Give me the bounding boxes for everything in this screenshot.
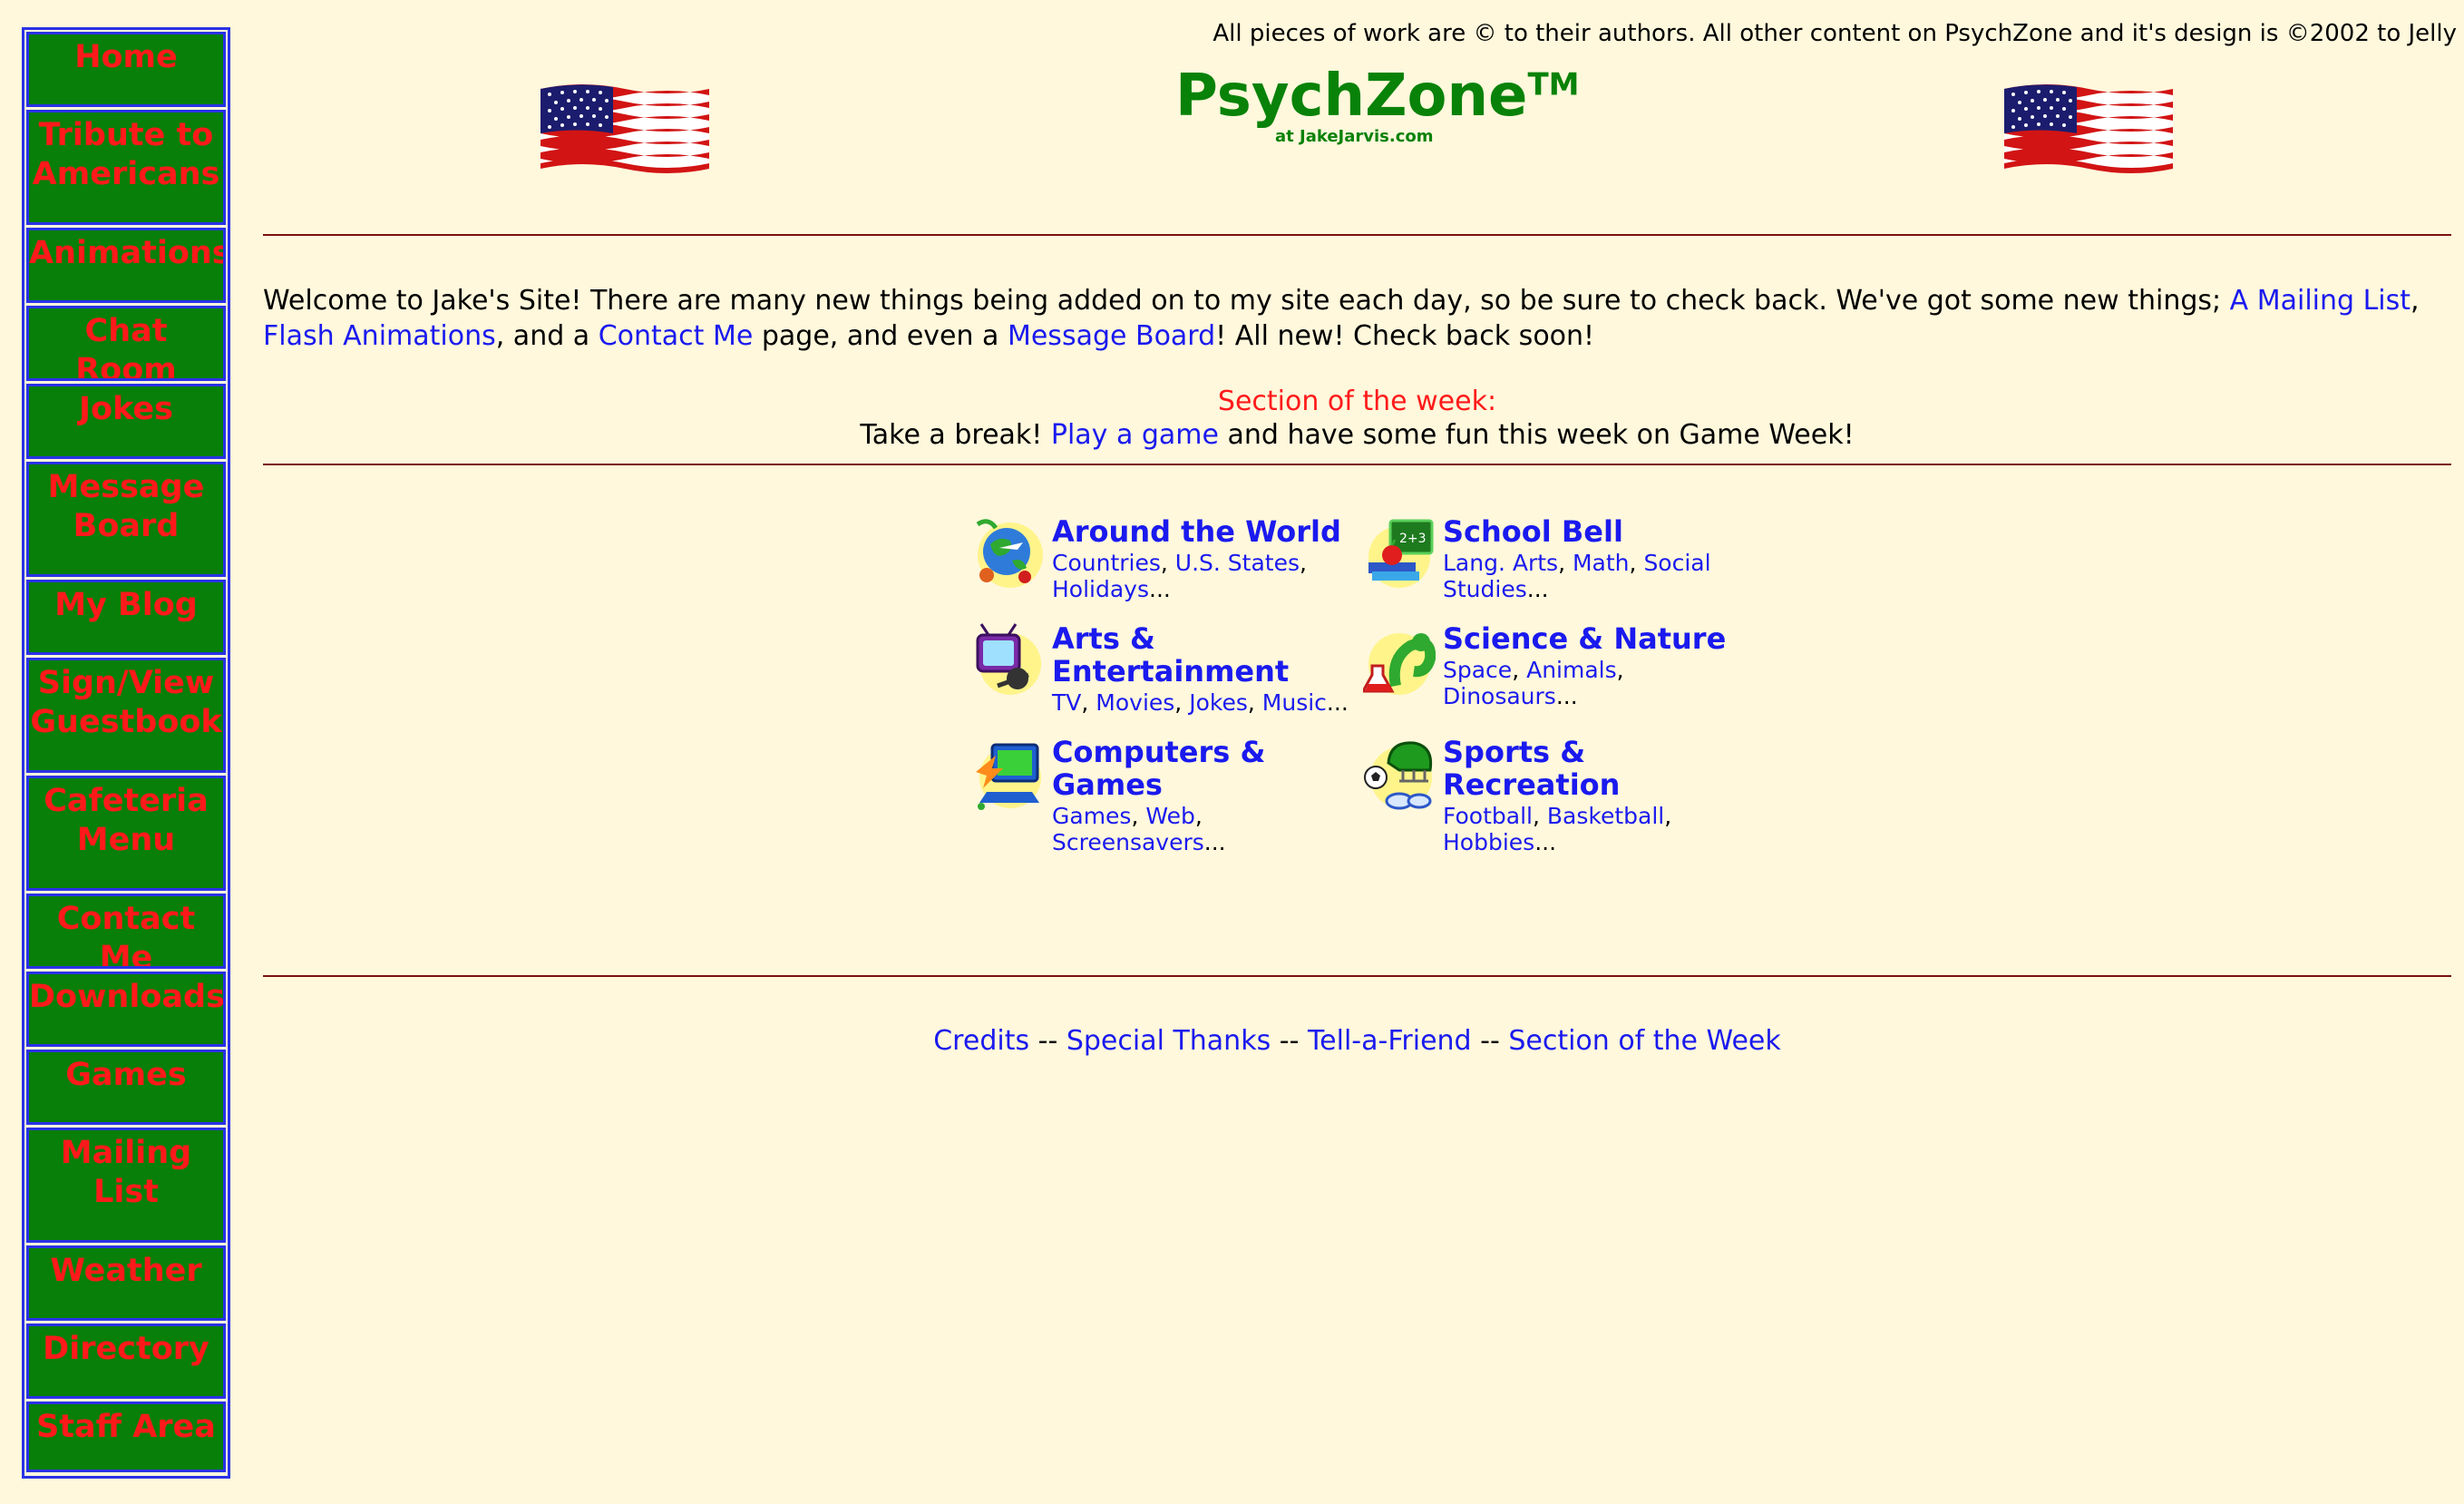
svg-text:2+3: 2+3	[1399, 532, 1427, 546]
footer-links: Credits -- Special Thanks -- Tell-a-Frie…	[263, 1023, 2451, 1059]
sidebar-item-label: Downloads	[29, 979, 225, 1015]
sidebar-item-label: Tribute to Americans	[32, 117, 220, 192]
section-of-week-heading: Section of the week:	[1217, 386, 1497, 417]
sports-icon	[1364, 741, 1433, 810]
sidebar-item-label: Sign/View Guestbook	[30, 665, 222, 740]
sidebar-item-label: Staff Area	[36, 1409, 216, 1445]
section-of-week-text: Take a break! Play a game and have some …	[860, 419, 1855, 451]
sidebar-item-label: Games	[65, 1057, 187, 1093]
sidebar-item-guestbook[interactable]: Sign/View Guestbook	[26, 658, 226, 773]
category-title-link[interactable]: Arts & Entertainment	[1052, 622, 1369, 688]
school-books-icon: 2+3	[1368, 519, 1434, 588]
divider	[263, 234, 2451, 236]
category-links: Space, Animals, Dinosaurs...	[1443, 657, 1624, 709]
countries-link[interactable]: Countries	[1052, 550, 1161, 576]
page-title: PsychZoneTM	[1175, 63, 1580, 130]
welcome-text: Welcome to Jake's Site! There are many n…	[263, 285, 2420, 352]
category-links: Countries, U.S. States, Holidays...	[1052, 550, 1307, 602]
sidebar-item-animations[interactable]: Animations	[26, 228, 226, 303]
us-flag-icon	[541, 84, 709, 173]
space-link[interactable]: Space	[1443, 657, 1512, 683]
sidebar-item-mailing-list[interactable]: Mailing List	[26, 1128, 226, 1243]
sidebar-item-cafeteria-menu[interactable]: Cafeteria Menu	[26, 776, 226, 891]
section-of-the-week-link[interactable]: Section of the Week	[1508, 1025, 1780, 1057]
basketball-link[interactable]: Basketball	[1547, 803, 1664, 829]
page-subtitle: at JakeJarvis.com	[1275, 127, 1434, 146]
category-title-link[interactable]: Computers & Games	[1052, 736, 1369, 801]
us-states-link[interactable]: U.S. States	[1175, 550, 1300, 576]
games-link[interactable]: Games	[1052, 803, 1131, 829]
sidebar-item-message-board[interactable]: Message Board	[26, 462, 226, 577]
trademark-mark: TM	[1527, 66, 1580, 103]
footer-separator: --	[1471, 1025, 1509, 1057]
sidebar-item-directory[interactable]: Directory	[26, 1323, 226, 1399]
sidebar-item-tribute-to-americans[interactable]: Tribute to Americans	[26, 110, 226, 225]
divider	[263, 975, 2451, 977]
movies-link[interactable]: Movies	[1096, 689, 1174, 716]
category-title-link[interactable]: Science & Nature	[1443, 622, 1760, 655]
screensavers-link[interactable]: Screensavers	[1052, 829, 1204, 855]
football-link[interactable]: Football	[1443, 803, 1533, 829]
category-links: Football, Basketball, Hobbies...	[1443, 803, 1672, 855]
sidebar-item-label: Cafeteria Menu	[44, 783, 209, 858]
math-link[interactable]: Math	[1573, 550, 1630, 576]
dinosaurs-link[interactable]: Dinosaurs	[1443, 683, 1556, 709]
sidebar-item-my-blog[interactable]: My Blog	[26, 580, 226, 655]
sidebar-item-label: Contact Me	[56, 901, 196, 969]
mailing-list-link[interactable]: A Mailing List	[2230, 285, 2410, 317]
sidebar-item-label: Mailing List	[60, 1135, 192, 1210]
web-link[interactable]: Web	[1145, 803, 1195, 829]
us-flag-icon	[2004, 84, 2173, 173]
category-title-link[interactable]: School Bell	[1443, 515, 1760, 548]
lang-arts-link[interactable]: Lang. Arts	[1443, 550, 1558, 576]
sidebar-item-weather[interactable]: Weather	[26, 1245, 226, 1321]
special-thanks-link[interactable]: Special Thanks	[1066, 1025, 1271, 1057]
tv-icon	[976, 623, 1041, 695]
tv-link[interactable]: TV	[1052, 689, 1081, 716]
sidebar-item-jokes[interactable]: Jokes	[26, 384, 226, 459]
category-links: TV, Movies, Jokes, Music...	[1052, 689, 1349, 716]
footer-separator: --	[1029, 1025, 1066, 1057]
globe-icon	[976, 519, 1043, 588]
hobbies-link[interactable]: Hobbies	[1443, 829, 1534, 855]
copyright-notice: All pieces of work are © to their author…	[1213, 20, 2457, 47]
sidebar-item-games[interactable]: Games	[26, 1050, 226, 1125]
flash-animations-link[interactable]: Flash Animations	[263, 320, 496, 352]
sidebar-item-chat-room[interactable]: Chat Room	[26, 306, 226, 381]
sidebar-item-downloads[interactable]: Downloads	[26, 972, 226, 1047]
sidebar-item-label: Weather	[50, 1253, 202, 1289]
sidebar-item-label: Home	[74, 39, 178, 75]
category-title-link[interactable]: Around the World	[1052, 515, 1369, 548]
sidebar-item-label: Directory	[43, 1331, 209, 1367]
footer-separator: --	[1271, 1025, 1308, 1057]
sidebar-item-contact-me[interactable]: Contact Me	[26, 894, 226, 969]
sidebar-item-home[interactable]: Home	[26, 32, 226, 107]
category-links: Games, Web, Screensavers...	[1052, 803, 1226, 855]
play-a-game-link[interactable]: Play a game	[1051, 419, 1219, 451]
sidebar-nav: Home Tribute to Americans Animations Cha…	[22, 27, 230, 1479]
jokes-link[interactable]: Jokes	[1189, 689, 1248, 716]
tell-a-friend-link[interactable]: Tell-a-Friend	[1308, 1025, 1472, 1057]
computer-icon	[976, 743, 1041, 810]
sidebar-item-label: Jokes	[79, 391, 173, 427]
category-title-link[interactable]: Sports & Recreation	[1443, 736, 1760, 801]
animals-link[interactable]: Animals	[1526, 657, 1617, 683]
credits-link[interactable]: Credits	[933, 1025, 1029, 1057]
sidebar-item-staff-area[interactable]: Staff Area	[26, 1401, 226, 1472]
divider	[263, 464, 2451, 465]
sidebar-item-label: Animations	[29, 235, 226, 271]
message-board-link[interactable]: Message Board	[1008, 320, 1215, 352]
holidays-link[interactable]: Holidays	[1052, 576, 1149, 602]
contact-me-link[interactable]: Contact Me	[599, 320, 754, 352]
music-link[interactable]: Music	[1262, 689, 1327, 716]
category-links: Lang. Arts, Math, Social Studies...	[1443, 550, 1711, 602]
science-icon	[1363, 633, 1436, 695]
site-logo: PsychZoneTM at JakeJarvis.com	[1175, 60, 1580, 146]
sidebar-item-label: Chat Room	[75, 313, 177, 381]
sidebar-item-label: Message Board	[47, 469, 205, 544]
sidebar-item-label: My Blog	[54, 587, 198, 623]
